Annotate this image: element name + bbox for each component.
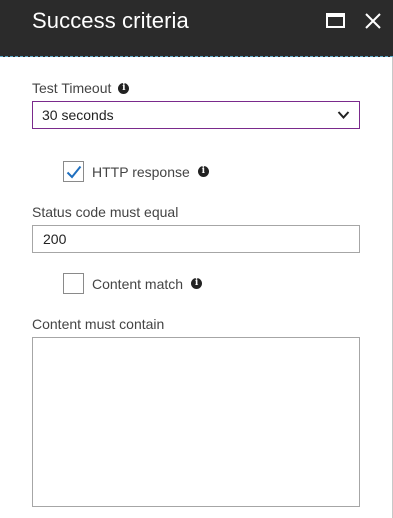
- content-match-checkbox[interactable]: [63, 273, 84, 294]
- close-button[interactable]: [362, 10, 384, 32]
- http-response-checkbox[interactable]: [63, 161, 84, 182]
- status-code-label-text: Status code must equal: [32, 204, 179, 220]
- status-code-label: Status code must equal: [32, 204, 178, 220]
- timeout-label-text: Test Timeout: [32, 80, 112, 96]
- timeout-select-value: 30 seconds: [42, 107, 114, 123]
- maximize-button[interactable]: [325, 10, 347, 32]
- checkmark-icon: [66, 165, 82, 179]
- chevron-down-icon: [337, 111, 350, 119]
- content-match-label: Content match: [92, 275, 184, 292]
- blade-title: Success criteria: [32, 8, 189, 33]
- status-code-value: 200: [43, 231, 67, 247]
- http-response-label: HTTP response: [92, 163, 190, 180]
- blade-header: Success criteria: [0, 0, 393, 57]
- status-code-input[interactable]: 200: [32, 225, 360, 253]
- maximize-icon: [326, 13, 345, 28]
- info-icon[interactable]: i: [197, 166, 209, 177]
- content-contains-label: Content must contain: [32, 316, 164, 332]
- info-icon[interactable]: i: [191, 278, 203, 289]
- close-icon: [365, 13, 381, 29]
- timeout-select[interactable]: 30 seconds: [32, 101, 360, 129]
- timeout-label: Test Timeout i: [32, 80, 130, 96]
- http-response-row: HTTP response i: [63, 161, 209, 182]
- info-icon[interactable]: i: [118, 82, 130, 94]
- content-contains-label-text: Content must contain: [32, 316, 165, 332]
- success-criteria-blade: Success criteria Test Timeout i 30 secon…: [0, 0, 393, 518]
- blade-content: Test Timeout i 30 seconds HTTP response …: [0, 58, 392, 518]
- content-contains-textarea[interactable]: [32, 337, 360, 507]
- content-match-row: Content match i: [63, 273, 203, 294]
